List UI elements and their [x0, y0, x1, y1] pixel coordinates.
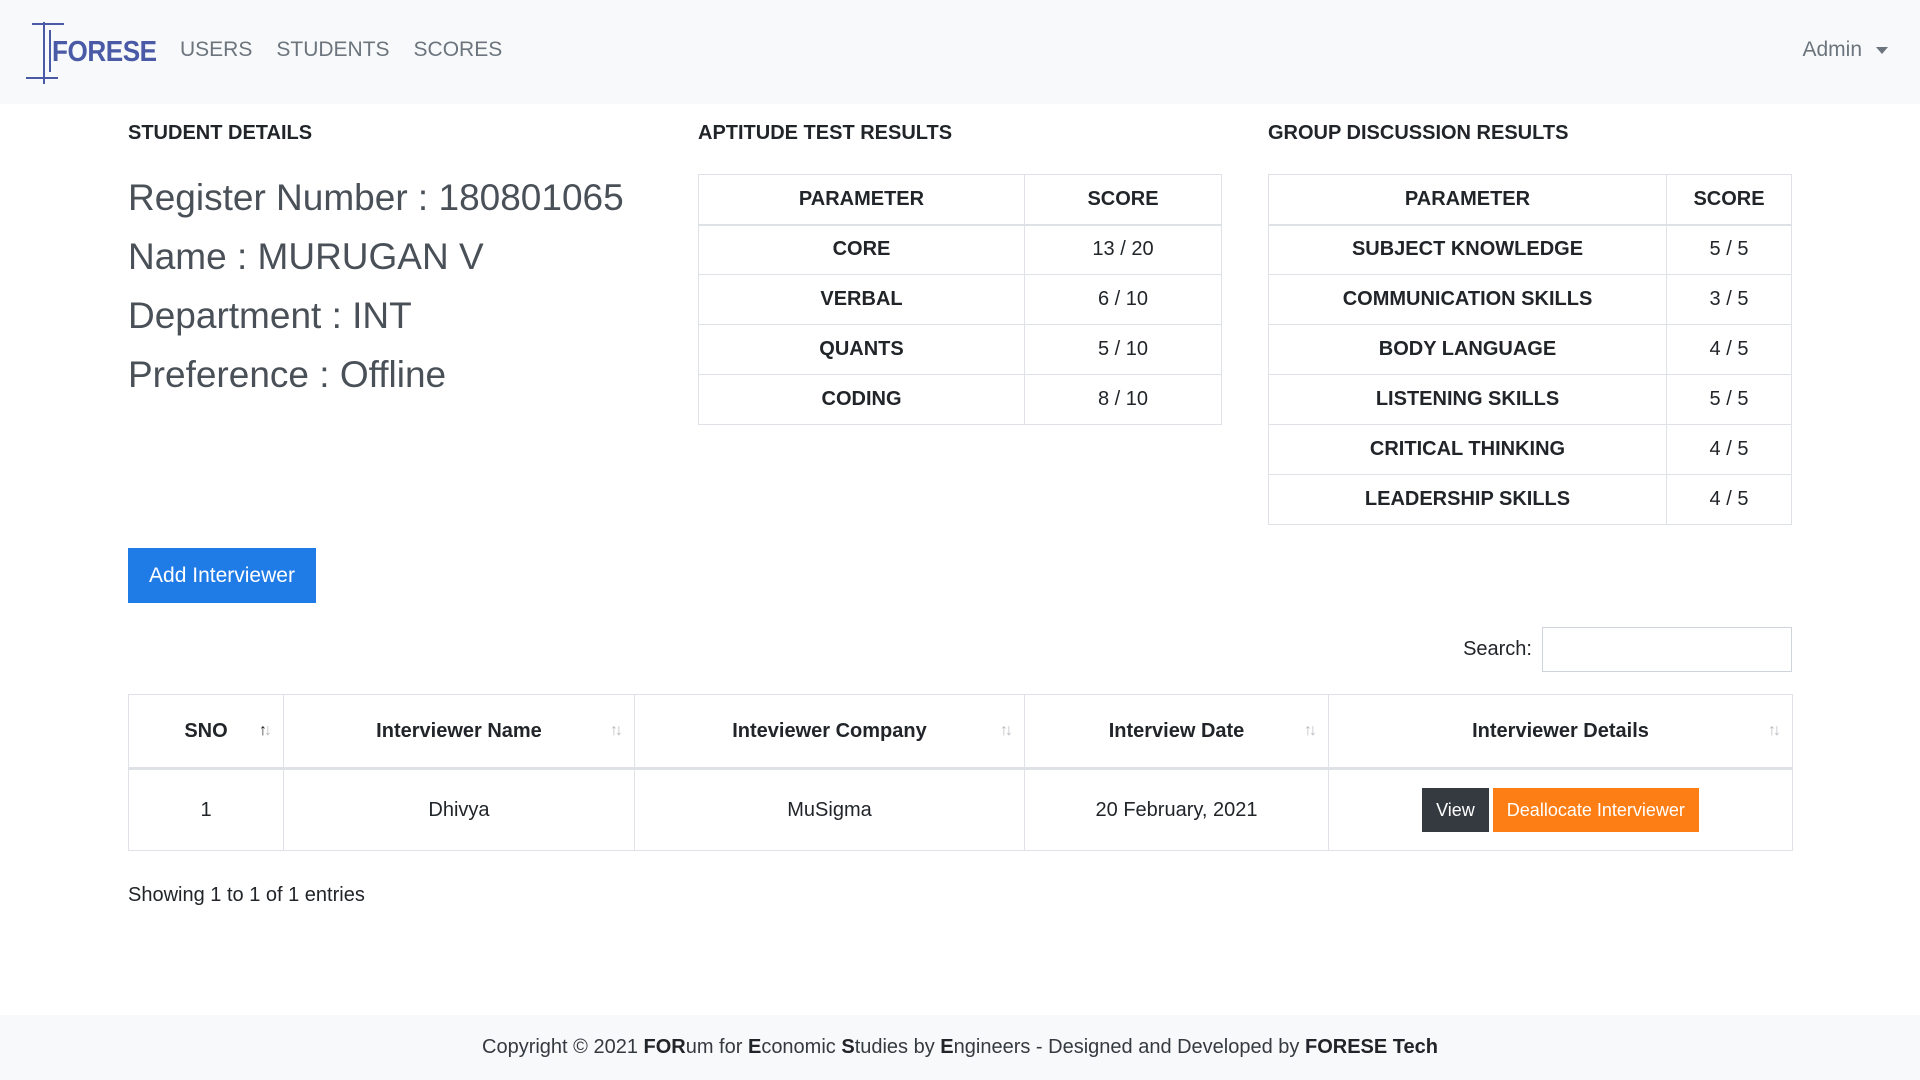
- cell-interview-date: 20 February, 2021: [1024, 768, 1329, 851]
- header-label: Inteviewer Company: [732, 719, 927, 742]
- cell-interviewer-company: MuSigma: [634, 768, 1025, 851]
- gd-score: 5 / 5: [1666, 224, 1792, 275]
- table-row: LEADERSHIP SKILLS 4 / 5: [1268, 474, 1792, 525]
- footer-text: ngineers - Designed and Developed by: [953, 1036, 1305, 1058]
- search-label: Search:: [1463, 638, 1532, 660]
- table-info: Showing 1 to 1 of 1 entries: [128, 884, 365, 906]
- gd-table: PARAMETER SCORE SUBJECT KNOWLEDGE 5 / 5 …: [1268, 174, 1792, 525]
- footer-bold: FOR: [643, 1036, 686, 1058]
- footer-text: tudies by: [854, 1036, 941, 1058]
- student-details: Register Number : 180801065 Name : MURUG…: [128, 174, 624, 410]
- table-row: BODY LANGUAGE 4 / 5: [1268, 324, 1792, 375]
- column-header-interviewer-details[interactable]: Interviewer Details ↑↓: [1328, 694, 1793, 770]
- aptitude-header-score: SCORE: [1024, 174, 1222, 226]
- search-bar: Search:: [1463, 627, 1792, 672]
- footer-bold: E: [747, 1036, 762, 1058]
- cell-interviewer-name: Dhivya: [283, 768, 635, 851]
- navbar: FORESE USERS STUDENTS SCORES Admin: [0, 0, 1920, 104]
- aptitude-score: 8 / 10: [1024, 374, 1222, 425]
- footer-prefix: Copyright © 2021: [482, 1036, 644, 1058]
- brand-logo[interactable]: FORESE: [24, 20, 157, 86]
- aptitude-score: 5 / 10: [1024, 324, 1222, 375]
- gd-score: 4 / 5: [1666, 424, 1792, 475]
- table-row: LISTENING SKILLS 5 / 5: [1268, 374, 1792, 425]
- sort-icon: ↑↓: [610, 722, 623, 739]
- aptitude-param: CODING: [698, 374, 1025, 425]
- nav-link-students[interactable]: STUDENTS: [276, 38, 389, 62]
- gd-param: SUBJECT KNOWLEDGE: [1268, 224, 1667, 275]
- cell-sno: 1: [128, 768, 284, 851]
- gd-score: 4 / 5: [1666, 474, 1792, 525]
- header-label: Interviewer Details: [1472, 719, 1649, 742]
- header-label: Interview Date: [1108, 719, 1245, 742]
- aptitude-param: QUANTS: [698, 324, 1025, 375]
- register-number: Register Number : 180801065: [128, 177, 624, 218]
- aptitude-header-parameter: PARAMETER: [698, 174, 1025, 226]
- table-row: COMMUNICATION SKILLS 3 / 5: [1268, 274, 1792, 325]
- student-name: Name : MURUGAN V: [128, 236, 484, 277]
- table-row: CODING 8 / 10: [698, 374, 1222, 425]
- aptitude-param: VERBAL: [698, 274, 1025, 325]
- interviewers-table: SNO ↑↓ Interviewer Name ↑↓ Inteviewer Co…: [128, 694, 1793, 851]
- aptitude-score: 6 / 10: [1024, 274, 1222, 325]
- gd-header-score: SCORE: [1666, 174, 1792, 226]
- view-button[interactable]: View: [1422, 788, 1489, 832]
- nav-links: USERS STUDENTS SCORES: [180, 38, 502, 62]
- sort-icon: ↑↓: [1000, 722, 1013, 739]
- table-row: VERBAL 6 / 10: [698, 274, 1222, 325]
- gd-param: COMMUNICATION SKILLS: [1268, 274, 1667, 325]
- gd-param: LEADERSHIP SKILLS: [1268, 474, 1667, 525]
- gd-score: 5 / 5: [1666, 374, 1792, 425]
- gd-score: 4 / 5: [1666, 324, 1792, 375]
- table-row: CRITICAL THINKING 4 / 5: [1268, 424, 1792, 475]
- gd-param: LISTENING SKILLS: [1268, 374, 1667, 425]
- search-input[interactable]: [1542, 627, 1792, 672]
- aptitude-param: CORE: [698, 224, 1025, 275]
- sort-icon: ↑↓: [259, 722, 272, 739]
- gd-param: BODY LANGUAGE: [1268, 324, 1667, 375]
- deallocate-interviewer-button[interactable]: Deallocate Interviewer: [1492, 788, 1699, 832]
- footer-bold: E: [940, 1036, 954, 1058]
- gd-param: CRITICAL THINKING: [1268, 424, 1667, 475]
- footer-bold: S: [841, 1036, 855, 1058]
- nav-link-users[interactable]: USERS: [180, 38, 252, 62]
- admin-dropdown[interactable]: Admin: [1802, 38, 1888, 62]
- column-header-interviewer-name[interactable]: Interviewer Name ↑↓: [283, 694, 635, 770]
- admin-label: Admin: [1802, 38, 1862, 61]
- column-header-sno[interactable]: SNO ↑↓: [128, 694, 284, 770]
- nav-link-scores[interactable]: SCORES: [414, 38, 503, 62]
- cell-interviewer-details: View Deallocate Interviewer: [1328, 768, 1793, 851]
- aptitude-score: 13 / 20: [1024, 224, 1222, 275]
- sort-icon: ↑↓: [1304, 722, 1317, 739]
- footer-text: um for: [685, 1036, 748, 1058]
- footer-text: conomic: [761, 1036, 842, 1058]
- student-preference: Preference : Offline: [128, 354, 447, 395]
- footer: Copyright © 2021 FORum for Economic Stud…: [0, 1015, 1920, 1080]
- gd-header-parameter: PARAMETER: [1268, 174, 1667, 226]
- footer-bold: FORESE Tech: [1304, 1036, 1438, 1058]
- aptitude-table: PARAMETER SCORE CORE 13 / 20 VERBAL 6 / …: [698, 174, 1222, 425]
- add-interviewer-button[interactable]: Add Interviewer: [128, 548, 316, 603]
- table-row: CORE 13 / 20: [698, 224, 1222, 275]
- sort-icon: ↑↓: [1768, 722, 1781, 739]
- table-row: QUANTS 5 / 10: [698, 324, 1222, 375]
- aptitude-title: APTITUDE TEST RESULTS: [698, 122, 953, 144]
- caret-down-icon: [1876, 46, 1888, 54]
- table-row: SUBJECT KNOWLEDGE 5 / 5: [1268, 224, 1792, 275]
- header-label: SNO: [184, 719, 228, 742]
- student-details-title: STUDENT DETAILS: [128, 122, 313, 144]
- brand-text: FORESE: [52, 36, 157, 68]
- column-header-interview-date[interactable]: Interview Date ↑↓: [1024, 694, 1329, 770]
- header-label: Interviewer Name: [376, 719, 542, 742]
- column-header-interviewer-company[interactable]: Inteviewer Company ↑↓: [634, 694, 1025, 770]
- gd-title: GROUP DISCUSSION RESULTS: [1268, 122, 1569, 144]
- gd-score: 3 / 5: [1666, 274, 1792, 325]
- table-row: 1 Dhivya MuSigma 20 February, 2021 View D…: [128, 768, 1793, 851]
- student-department: Department : INT: [128, 295, 412, 336]
